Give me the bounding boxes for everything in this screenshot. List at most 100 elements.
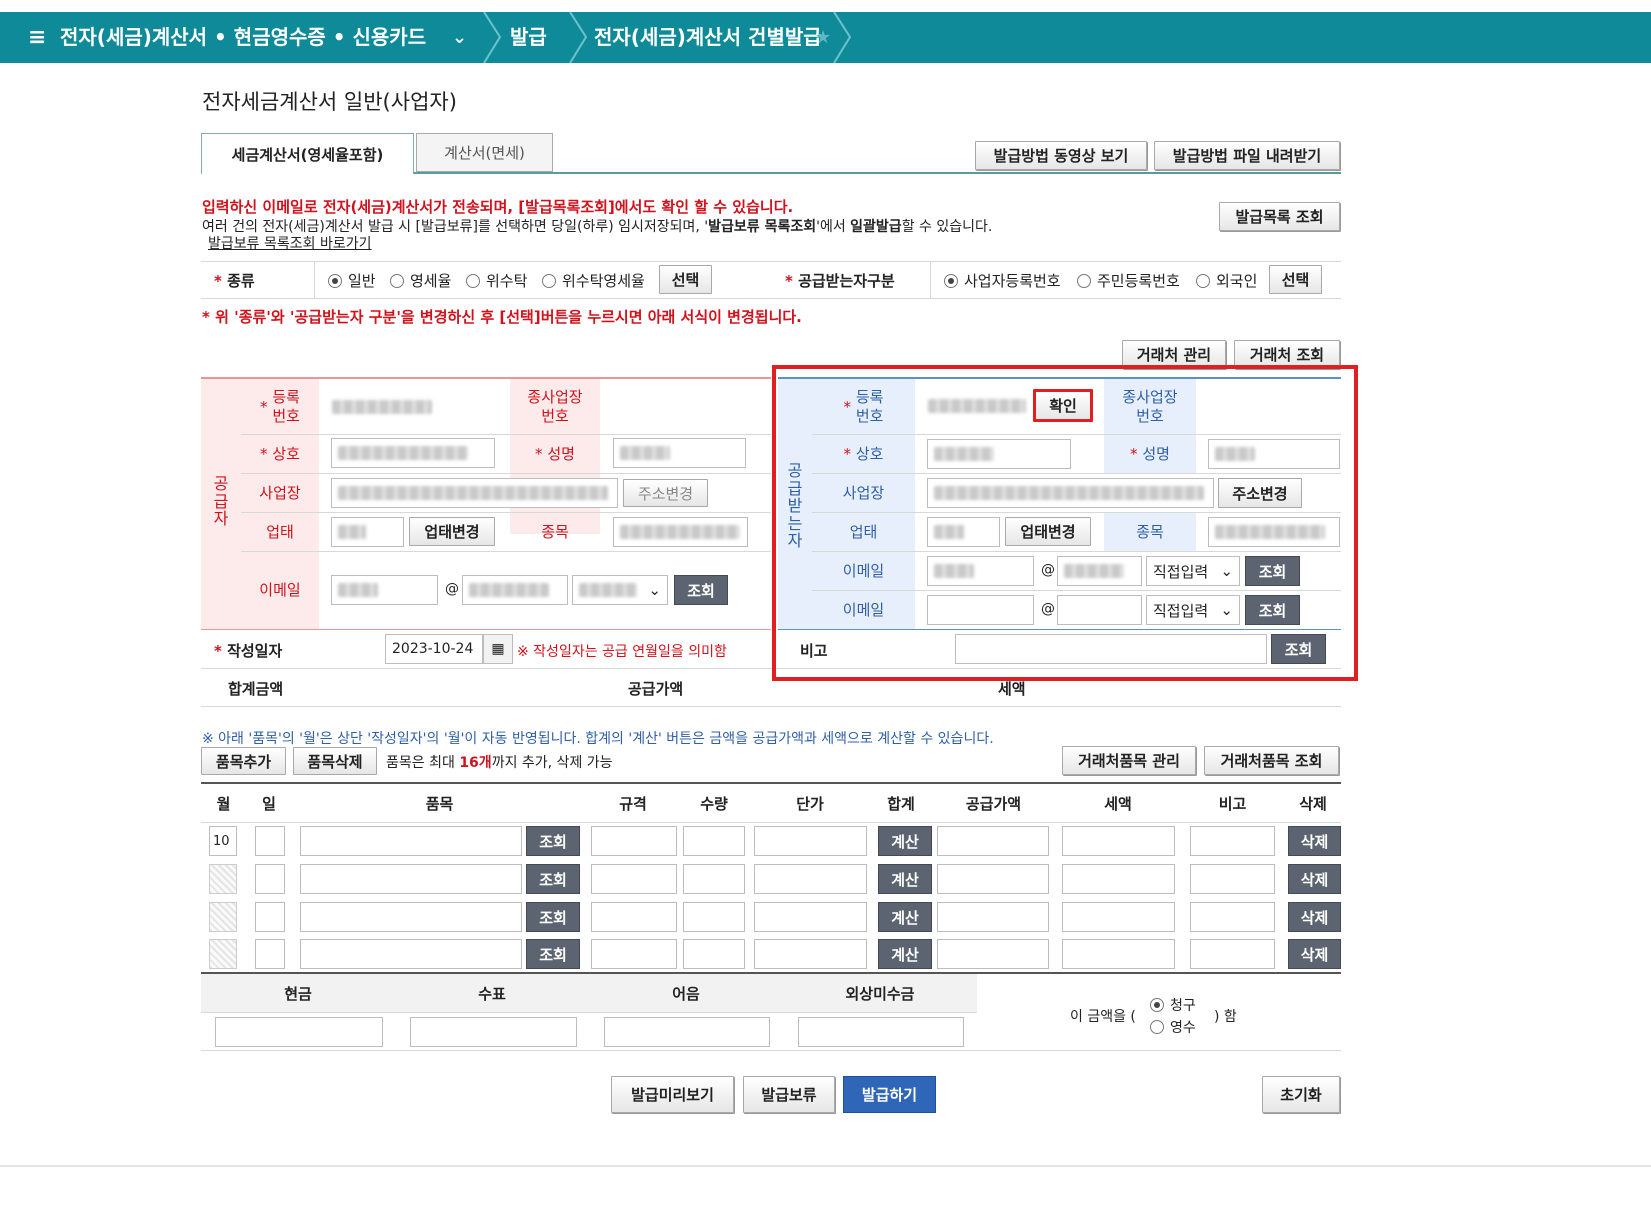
supplier-email-domain-select[interactable]: ⌄ <box>572 575 668 605</box>
item-name[interactable] <box>300 826 522 856</box>
breadcrumb-issue[interactable]: 발급 <box>510 12 547 63</box>
hold-list-link[interactable]: 발급보류 목록조회 바로가기 <box>208 233 371 253</box>
pay-check-field[interactable] <box>410 1017 577 1047</box>
item-search-button[interactable]: 조회 <box>526 864 580 894</box>
item-name[interactable] <box>300 864 522 894</box>
supplier-addr-field[interactable] <box>331 478 618 508</box>
pay-credit-header: 외상미수금 <box>845 984 915 1003</box>
supplier-rep-field[interactable] <box>613 438 746 468</box>
item-unit-price[interactable] <box>754 826 867 856</box>
page-title: 전자세금계산서 일반(사업자) <box>202 90 457 114</box>
hamburger-menu-icon[interactable]: ≡ <box>28 12 46 63</box>
item-remark[interactable] <box>1190 826 1275 856</box>
item-supply[interactable] <box>937 939 1049 969</box>
item-remark[interactable] <box>1190 902 1275 932</box>
delete-item-button[interactable]: 품목삭제 <box>293 747 377 775</box>
kind-radio-consign[interactable]: 위수탁 <box>466 270 527 291</box>
item-qty[interactable] <box>683 902 745 932</box>
item-search-button[interactable]: 조회 <box>526 939 580 969</box>
receiver-radio-foreigner[interactable]: 외국인 <box>1196 270 1257 291</box>
issue-preview-button[interactable]: 발급미리보기 <box>611 1076 734 1113</box>
item-search-button[interactable]: 조회 <box>526 902 580 932</box>
partner-item-manage-button[interactable]: 거래처품목 관리 <box>1062 746 1196 775</box>
item-day[interactable] <box>255 939 285 969</box>
tab-tax-invoice[interactable]: 세금계산서(영세율포함) <box>201 133 414 174</box>
pay-check-header: 수표 <box>478 984 506 1003</box>
receipt-radio[interactable]: 영수 <box>1150 1017 1196 1037</box>
receiver-radio-business[interactable]: 사업자등록번호 <box>944 270 1061 291</box>
item-calc-button[interactable]: 계산 <box>878 902 932 932</box>
item-delete-button[interactable]: 삭제 <box>1288 864 1341 894</box>
kind-radio-zero-rate[interactable]: 영세율 <box>390 270 451 291</box>
item-unit-price[interactable] <box>754 939 867 969</box>
calendar-icon[interactable]: ▦ <box>483 634 513 664</box>
supplier-subbiz-label: 종사업장 번호 <box>527 388 583 425</box>
at-sign: @ <box>445 581 459 597</box>
item-name[interactable] <box>300 939 522 969</box>
favorite-star-icon[interactable]: ★ <box>815 12 831 63</box>
issue-button[interactable]: 발급하기 <box>843 1076 936 1113</box>
item-day[interactable] <box>255 902 285 932</box>
item-qty[interactable] <box>683 864 745 894</box>
item-tax[interactable] <box>1062 939 1175 969</box>
item-unit-price[interactable] <box>754 902 867 932</box>
item-calc-button[interactable]: 계산 <box>878 826 932 856</box>
chevron-down-icon[interactable]: ⌄ <box>452 12 467 63</box>
supplier-name-field[interactable] <box>331 438 495 468</box>
video-guide-button[interactable]: 발급방법 동영상 보기 <box>975 141 1147 170</box>
item-day[interactable] <box>255 864 285 894</box>
item-spec[interactable] <box>591 939 677 969</box>
receiver-select-button[interactable]: 선택 <box>1269 265 1322 294</box>
item-delete-button[interactable]: 삭제 <box>1288 939 1341 969</box>
item-month[interactable]: 10 <box>209 826 237 856</box>
supplier-email-id-field[interactable] <box>331 575 438 605</box>
pay-bill-field[interactable] <box>604 1017 770 1047</box>
item-calc-button[interactable]: 계산 <box>878 864 932 894</box>
item-delete-button[interactable]: 삭제 <box>1288 826 1341 856</box>
breadcrumb-current[interactable]: 전자(세금)계산서 건별발급 <box>594 12 822 63</box>
item-remark[interactable] <box>1190 864 1275 894</box>
supplier-biztype-field[interactable] <box>331 517 404 547</box>
item-spec[interactable] <box>591 826 677 856</box>
kind-select-button[interactable]: 선택 <box>659 265 712 294</box>
reset-button[interactable]: 초기화 <box>1262 1076 1340 1113</box>
item-unit-price[interactable] <box>754 864 867 894</box>
item-day[interactable] <box>255 826 285 856</box>
partner-item-search-button[interactable]: 거래처품목 조회 <box>1204 746 1339 775</box>
claim-radio[interactable]: 청구 <box>1150 995 1196 1015</box>
kind-radio-consign-zero[interactable]: 위수탁영세율 <box>542 270 645 291</box>
tab-invoice-exempt[interactable]: 계산서(면세) <box>416 133 553 172</box>
guide-file-download-button[interactable]: 발급방법 파일 내려받기 <box>1154 141 1340 170</box>
pay-bill-header: 어음 <box>672 984 700 1003</box>
supplier-email-domain-field[interactable] <box>462 575 568 605</box>
item-supply[interactable] <box>937 864 1049 894</box>
supplier-name-label: * 상호 <box>260 444 300 463</box>
item-tax[interactable] <box>1062 864 1175 894</box>
supplier-email-search-button[interactable]: 조회 <box>674 575 728 605</box>
item-name[interactable] <box>300 902 522 932</box>
item-calc-button[interactable]: 계산 <box>878 939 932 969</box>
supplier-biztype-change-button[interactable]: 업태변경 <box>409 517 495 546</box>
kind-radio-general[interactable]: 일반 <box>328 270 376 291</box>
item-qty[interactable] <box>683 939 745 969</box>
item-remark[interactable] <box>1190 939 1275 969</box>
receiver-radio-resident[interactable]: 주민등록번호 <box>1077 270 1180 291</box>
item-spec[interactable] <box>591 902 677 932</box>
issue-list-button[interactable]: 발급목록 조회 <box>1219 202 1340 231</box>
supplier-addr-change-button[interactable]: 주소변경 <box>623 479 708 507</box>
supplier-item-field[interactable] <box>613 517 748 547</box>
write-date-field[interactable]: 2023-10-24 <box>385 634 483 664</box>
item-spec[interactable] <box>591 864 677 894</box>
issue-hold-button[interactable]: 발급보류 <box>743 1076 835 1113</box>
add-item-button[interactable]: 품목추가 <box>201 747 286 775</box>
menu-title[interactable]: 전자(세금)계산서 • 현금영수증 • 신용카드 <box>60 12 426 63</box>
item-supply[interactable] <box>937 826 1049 856</box>
item-supply[interactable] <box>937 902 1049 932</box>
pay-cash-field[interactable] <box>215 1017 383 1047</box>
item-qty[interactable] <box>683 826 745 856</box>
item-delete-button[interactable]: 삭제 <box>1288 902 1341 932</box>
pay-credit-field[interactable] <box>798 1017 964 1047</box>
item-tax[interactable] <box>1062 826 1175 856</box>
item-tax[interactable] <box>1062 902 1175 932</box>
item-search-button[interactable]: 조회 <box>526 826 580 856</box>
